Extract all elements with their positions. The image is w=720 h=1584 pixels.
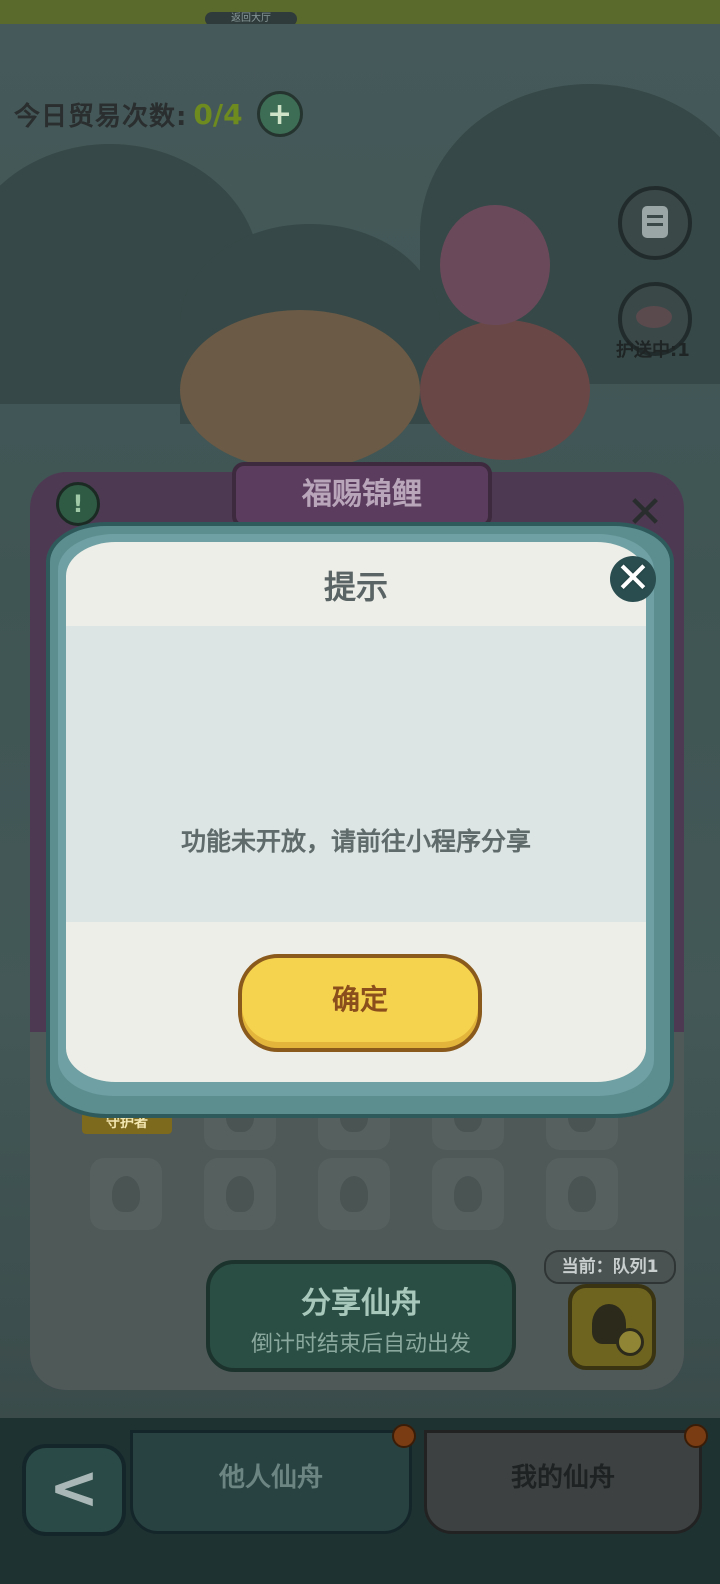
plus-icon: + xyxy=(267,96,293,132)
dialog-message: 功能未开放，请前往小程序分享 xyxy=(180,827,531,856)
close-icon: ✕ xyxy=(615,553,651,602)
trade-count: 0/4 xyxy=(193,97,243,131)
crew-slot[interactable] xyxy=(204,1158,276,1230)
panel-title: 福赐锦鲤 xyxy=(232,462,492,528)
escort-status: 护送中:1 xyxy=(616,340,690,361)
empty-slot-icon xyxy=(226,1176,254,1212)
share-boat-button[interactable]: 分享仙舟 倒计时结束后自动出发 xyxy=(206,1260,516,1372)
back-arrow-icon: < xyxy=(48,1453,100,1523)
crew-slot[interactable] xyxy=(546,1158,618,1230)
info-icon[interactable]: ! xyxy=(56,482,100,526)
mushroom-characters xyxy=(180,310,420,470)
fairy-character xyxy=(440,205,550,325)
trade-label: 今日贸易次数: xyxy=(14,101,188,132)
notification-dot xyxy=(684,1424,708,1448)
back-button[interactable]: < xyxy=(22,1444,126,1536)
dialog-title: 提示 xyxy=(323,568,388,606)
tab-other-boats[interactable]: 他人仙舟 xyxy=(130,1430,412,1534)
crew-slot[interactable] xyxy=(90,1158,162,1230)
empty-slot-icon xyxy=(454,1176,482,1212)
add-trade-button[interactable]: + xyxy=(256,91,303,137)
dialog-close-button[interactable]: ✕ xyxy=(610,556,656,602)
notification-dot xyxy=(392,1424,416,1448)
fish-icon xyxy=(636,306,672,328)
game-screen: 返回大厅 今日贸易次数: 0/4 + 护送中:1 福赐锦鲤 ! ✕ 守护者 分享… xyxy=(0,0,720,1584)
document-icon xyxy=(642,206,668,238)
empty-slot-icon xyxy=(340,1176,368,1212)
dialog-body: 功能未开放，请前往小程序分享 xyxy=(66,626,646,922)
empty-slot-icon xyxy=(568,1176,596,1212)
top-scene-strip xyxy=(0,0,720,24)
current-queue-tag: 当前：队列1 xyxy=(544,1250,676,1284)
confirm-button[interactable]: 确定 xyxy=(238,954,482,1052)
tab-my-boat[interactable]: 我的仙舟 xyxy=(424,1430,702,1534)
share-title: 分享仙舟 xyxy=(301,1286,421,1321)
carp-boat-character xyxy=(420,320,590,460)
crew-slot[interactable] xyxy=(432,1158,504,1230)
gear-icon xyxy=(616,1328,644,1356)
empty-slot-icon xyxy=(112,1176,140,1212)
crew-slot[interactable] xyxy=(318,1158,390,1230)
share-subtitle: 倒计时结束后自动出发 xyxy=(250,1332,471,1357)
record-button[interactable] xyxy=(618,186,692,260)
daily-trade-counter: 今日贸易次数: 0/4 + xyxy=(14,91,303,137)
queue-settings-button[interactable] xyxy=(568,1284,656,1370)
